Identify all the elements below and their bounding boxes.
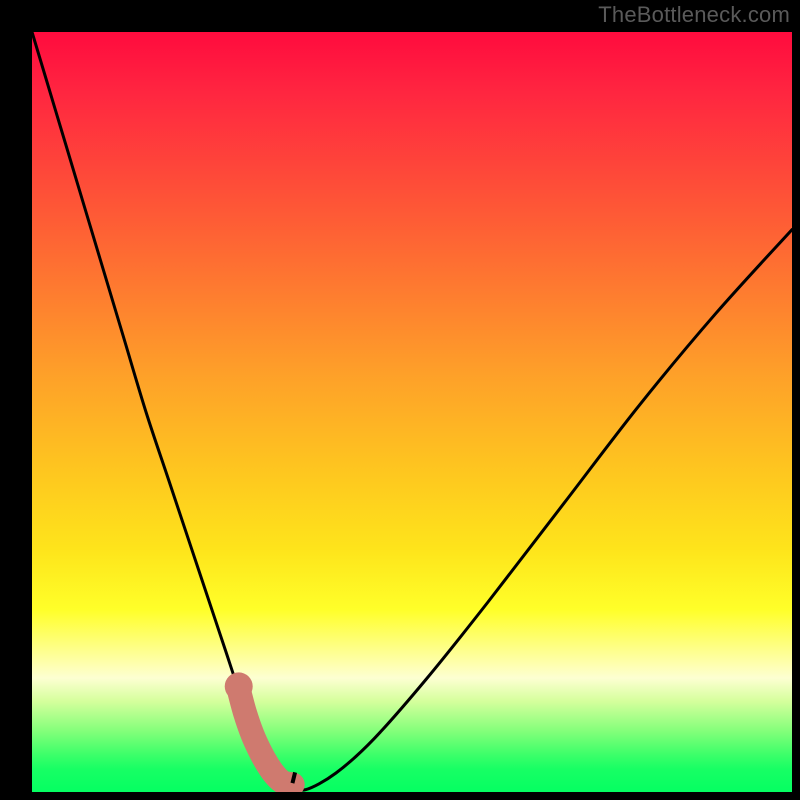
- bottleneck-curve: [32, 32, 792, 790]
- curve-svg: [32, 32, 792, 792]
- chart-frame: TheBottleneck.com: [0, 0, 800, 800]
- bottleneck-curve-path: [32, 32, 792, 790]
- marker-dot-left: [225, 672, 253, 700]
- plot-area: [32, 32, 792, 792]
- watermark-text: TheBottleneck.com: [598, 2, 790, 28]
- marker-stroke: [239, 689, 293, 784]
- highlight-markers: [225, 672, 297, 784]
